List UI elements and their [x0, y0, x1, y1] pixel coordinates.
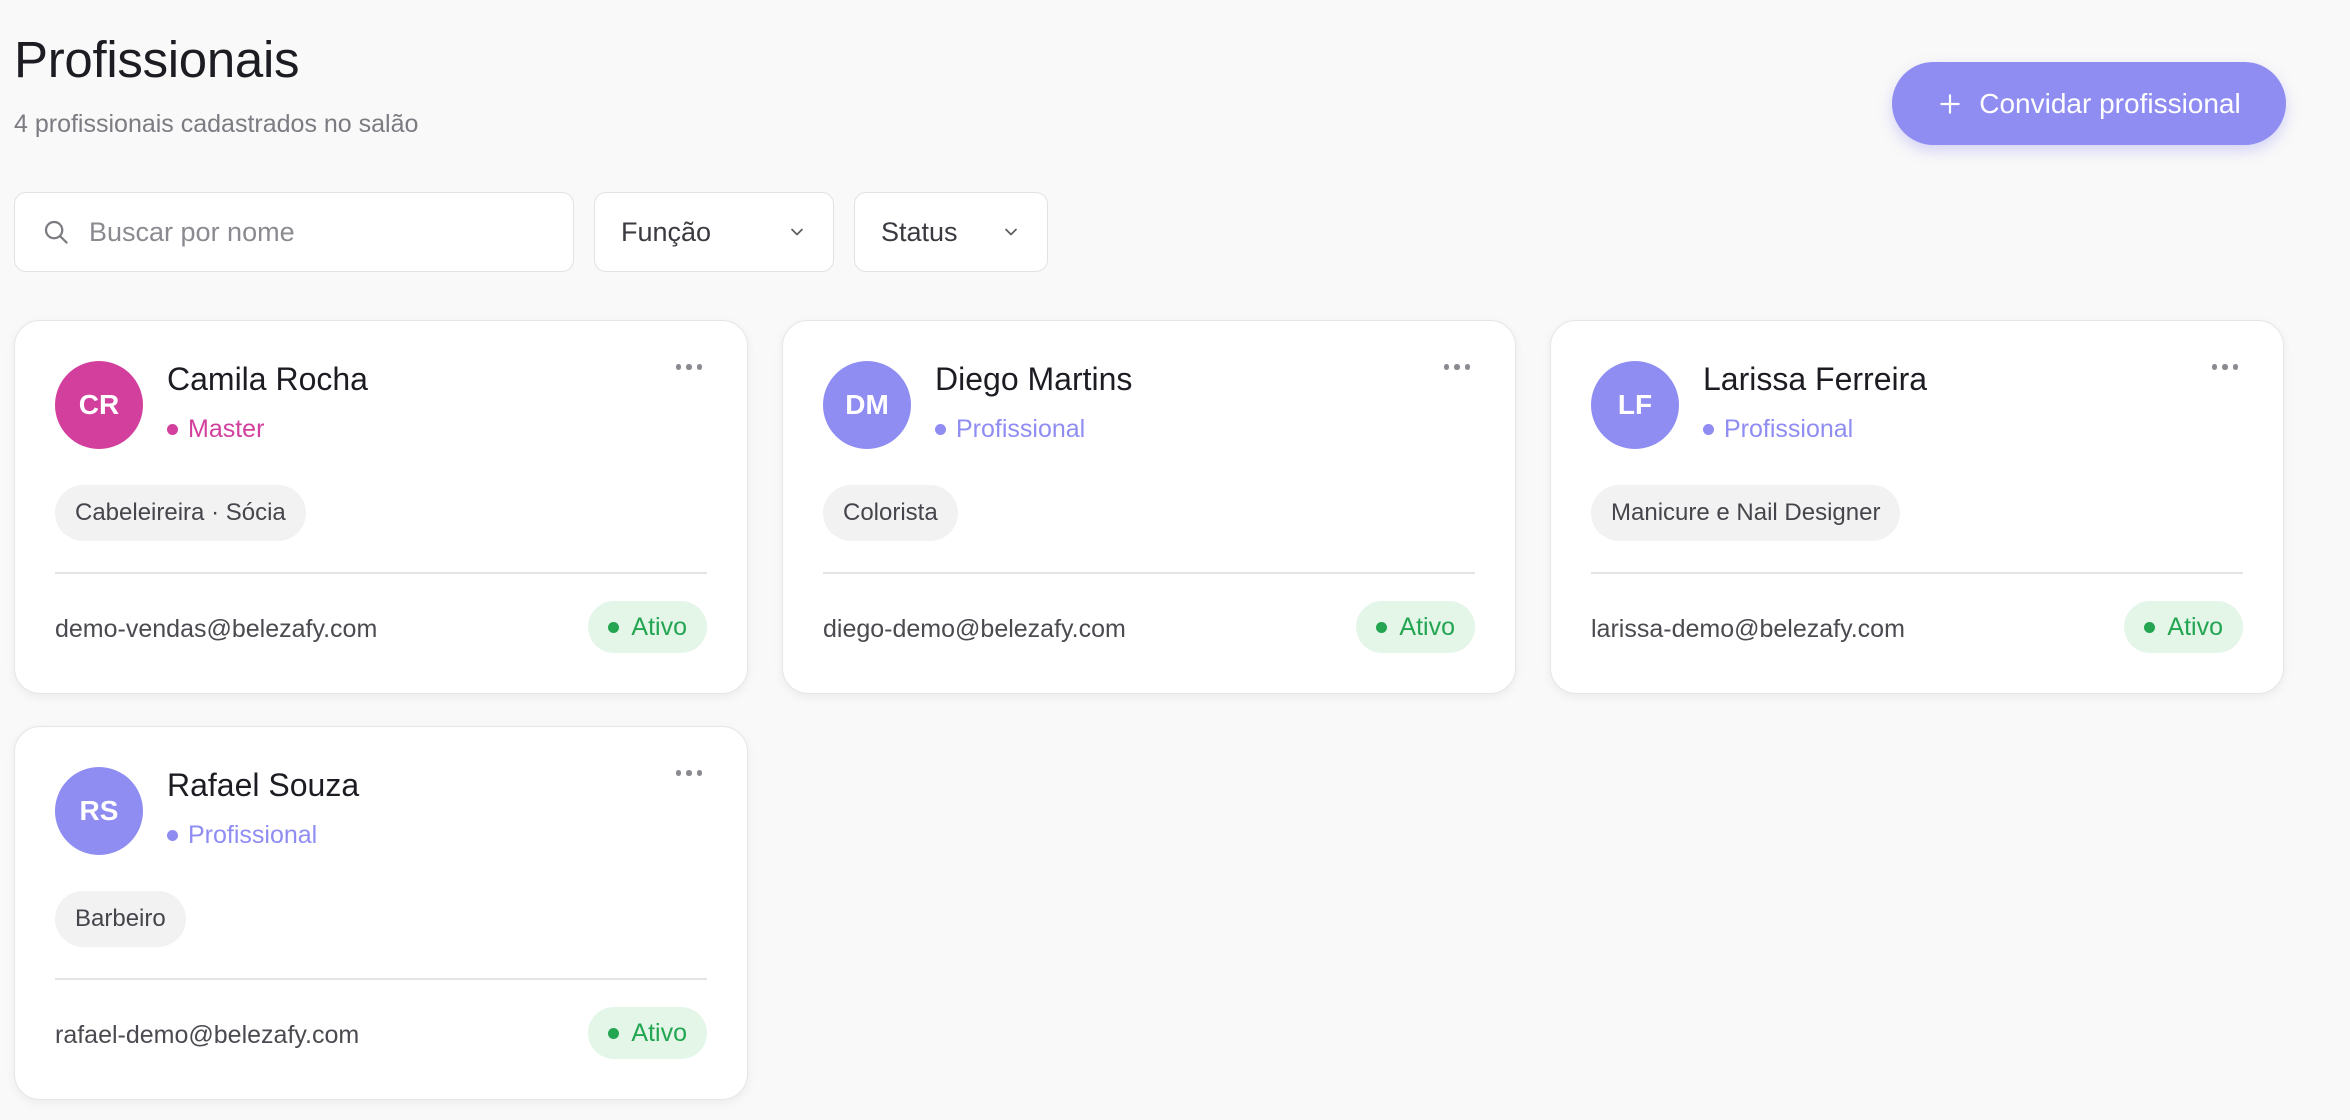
role-label: Profissional [188, 821, 318, 849]
status-label: Ativo [2167, 612, 2223, 641]
status-badge: Ativo [1356, 601, 1475, 653]
professional-card[interactable]: DM Diego Martins Profissional Colorista … [782, 320, 1516, 694]
professional-email: rafael-demo@belezafy.com [55, 1021, 360, 1049]
card-divider [55, 572, 707, 574]
status-label: Ativo [631, 612, 687, 641]
role-badge: Profissional [935, 415, 1085, 444]
professional-name: Diego Martins [935, 361, 1133, 397]
professional-name: Camila Rocha [167, 361, 368, 397]
professional-email: diego-demo@belezafy.com [823, 615, 1126, 643]
status-dot [1376, 621, 1388, 633]
professional-name: Rafael Souza [167, 767, 360, 803]
role-badge: Master [167, 415, 264, 444]
status-label: Ativo [1399, 612, 1455, 641]
search-field[interactable] [14, 192, 574, 272]
status-badge: Ativo [2124, 601, 2243, 653]
professional-email: larissa-demo@belezafy.com [1591, 615, 1905, 643]
page-title: Profissionais [14, 31, 300, 88]
search-icon [44, 220, 68, 244]
invite-professional-button[interactable]: Convidar profissional [1892, 62, 2286, 145]
avatar: CR [55, 361, 143, 449]
role-filter-label: Função [621, 216, 712, 247]
role-filter-select[interactable]: Função [594, 192, 834, 272]
more-options-icon[interactable] [1437, 355, 1477, 379]
search-input[interactable] [89, 216, 549, 248]
role-label: Profissional [1724, 415, 1854, 443]
specialty-tag: Manicure e Nail Designer [1591, 485, 1901, 541]
role-dot [1703, 424, 1714, 435]
professional-email: demo-vendas@belezafy.com [55, 615, 378, 643]
specialty-tag: Barbeiro [55, 891, 186, 947]
role-badge: Profissional [1703, 415, 1853, 444]
more-options-icon[interactable] [669, 355, 709, 379]
more-options-icon[interactable] [2205, 355, 2245, 379]
specialty-tag: Cabeleireira · Sócia [55, 485, 306, 541]
specialty-tag: Colorista [823, 485, 958, 541]
status-dot [608, 1027, 620, 1039]
professional-name: Larissa Ferreira [1703, 361, 1928, 397]
status-label: Ativo [631, 1018, 687, 1047]
status-filter-select[interactable]: Status [854, 192, 1048, 272]
avatar: LF [1591, 361, 1679, 449]
role-dot [167, 830, 178, 841]
role-dot [167, 424, 178, 435]
professional-card[interactable]: CR Camila Rocha Master Cabeleireira · Só… [14, 320, 748, 694]
avatar: DM [823, 361, 911, 449]
status-dot [2144, 621, 2156, 633]
chevron-down-icon [1005, 228, 1017, 236]
invite-professional-label: Convidar profissional [1979, 87, 2241, 119]
page-subtitle: 4 profissionais cadastrados no salão [14, 110, 419, 138]
status-filter-label: Status [881, 216, 958, 247]
status-dot [608, 621, 620, 633]
professional-card[interactable]: LF Larissa Ferreira Profissional Manicur… [1550, 320, 2284, 694]
status-badge: Ativo [588, 601, 707, 653]
card-divider [823, 572, 1475, 574]
status-badge: Ativo [588, 1007, 707, 1059]
role-badge: Profissional [167, 821, 317, 850]
role-label: Profissional [956, 415, 1086, 443]
role-label: Master [188, 415, 265, 443]
professional-card[interactable]: RS Rafael Souza Profissional Barbeiro ra… [14, 726, 748, 1100]
card-divider [1591, 572, 2243, 574]
avatar: RS [55, 767, 143, 855]
more-options-icon[interactable] [669, 761, 709, 785]
chevron-down-icon [791, 228, 803, 236]
card-divider [55, 978, 707, 980]
plus-icon [1940, 93, 1961, 114]
role-dot [935, 424, 946, 435]
professionals-page: Profissionais 4 profissionais cadastrado… [0, 0, 2350, 1120]
